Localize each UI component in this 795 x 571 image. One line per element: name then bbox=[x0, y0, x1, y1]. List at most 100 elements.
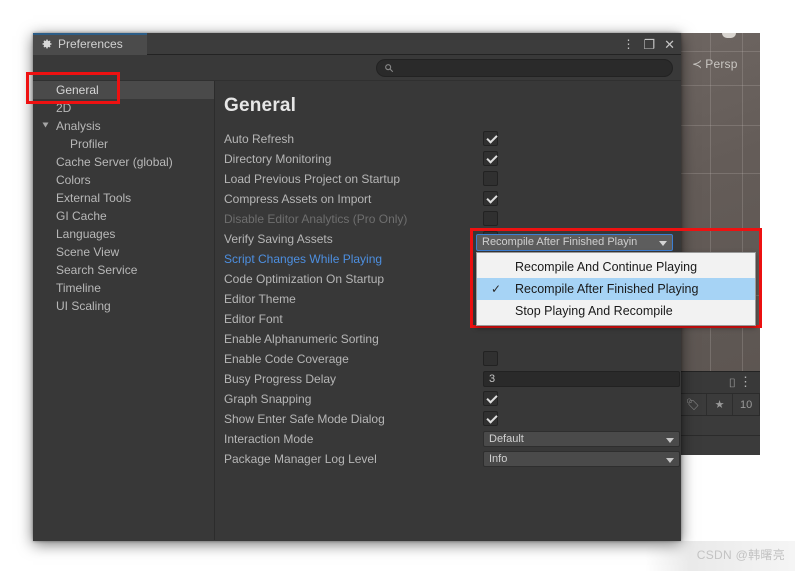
checkbox-icon[interactable] bbox=[483, 391, 498, 406]
setting-checkbox-compress-assets-on-import[interactable] bbox=[483, 191, 498, 206]
number-input[interactable]: 3 bbox=[483, 371, 680, 387]
persp-text: Persp bbox=[705, 57, 738, 71]
sidebar-item-label: Colors bbox=[56, 173, 91, 187]
setting-checkbox-directory-monitoring[interactable] bbox=[483, 151, 498, 166]
setting-label: Package Manager Log Level bbox=[224, 452, 377, 466]
dropdown-value: Info bbox=[489, 453, 508, 465]
setting-checkbox-enable-code-coverage[interactable] bbox=[483, 351, 498, 366]
sidebar-item-label: Languages bbox=[56, 227, 116, 241]
eye-off-icon[interactable]: 10 bbox=[733, 394, 761, 415]
setting-label: Load Previous Project on Startup bbox=[224, 172, 401, 186]
setting-label: Editor Theme bbox=[224, 292, 296, 306]
dropdown-option-label: Recompile And Continue Playing bbox=[515, 260, 698, 274]
dropdown-option-recompile-after-finished-playing[interactable]: ✓ Recompile After Finished Playing bbox=[477, 278, 755, 300]
sidebar-item-2d[interactable]: 2D bbox=[33, 99, 214, 117]
window-controls: ⋮ ❐ ✕ bbox=[622, 33, 675, 55]
gear-icon bbox=[42, 39, 52, 49]
inspector-body-strip-1 bbox=[680, 415, 760, 435]
chevron-down-icon bbox=[666, 438, 674, 443]
script-changes-dropdown-button[interactable]: Recompile After Finished Playin bbox=[476, 234, 673, 251]
sidebar-item-gi-cache[interactable]: GI Cache bbox=[33, 207, 214, 225]
page-title: General bbox=[224, 95, 297, 116]
sidebar-item-cache-server-global[interactable]: Cache Server (global) bbox=[33, 153, 214, 171]
tab-preferences[interactable]: Preferences bbox=[33, 33, 147, 55]
search-row bbox=[33, 55, 681, 81]
sidebar-item-label: Timeline bbox=[56, 281, 101, 295]
setting-row-compress-assets-on-import: Compress Assets on Import bbox=[224, 189, 681, 209]
setting-row-interaction-mode: Interaction Mode Default bbox=[224, 429, 681, 449]
dropdown-option-label: Stop Playing And Recompile bbox=[515, 304, 673, 318]
dropdown-button[interactable]: Default bbox=[483, 431, 680, 447]
checkbox-icon[interactable] bbox=[483, 191, 498, 206]
setting-checkbox-disable-editor-analytics-pro-only[interactable] bbox=[483, 211, 498, 226]
checkbox-icon[interactable] bbox=[483, 171, 498, 186]
sidebar-item-label: General bbox=[56, 83, 99, 97]
sidebar-item-search-service[interactable]: Search Service bbox=[33, 261, 214, 279]
tag-icon[interactable]: 🏷 bbox=[680, 394, 707, 415]
lock-icon[interactable]: ⌷ bbox=[729, 376, 736, 391]
setting-dropdown-interaction-mode[interactable]: Default bbox=[483, 431, 680, 447]
sidebar-item-label: External Tools bbox=[56, 191, 132, 205]
dropdown-button[interactable]: Info bbox=[483, 451, 680, 467]
setting-dropdown-package-manager-log-level[interactable]: Info bbox=[483, 451, 680, 467]
dropdown-option-stop-playing-and-recompile[interactable]: Stop Playing And Recompile bbox=[477, 300, 755, 322]
close-icon[interactable]: ✕ bbox=[664, 38, 675, 51]
setting-label: Busy Progress Delay bbox=[224, 372, 337, 386]
setting-label: Script Changes While Playing bbox=[224, 252, 383, 266]
sidebar-item-languages[interactable]: Languages bbox=[33, 225, 214, 243]
setting-row-enable-code-coverage: Enable Code Coverage bbox=[224, 349, 681, 369]
chevron-down-icon bbox=[659, 241, 667, 246]
star-icon[interactable]: ★ bbox=[707, 394, 734, 415]
sidebar-item-timeline[interactable]: Timeline bbox=[33, 279, 214, 297]
sidebar-item-ui-scaling[interactable]: UI Scaling bbox=[33, 297, 214, 315]
setting-row-show-enter-safe-mode-dialog: Show Enter Safe Mode Dialog bbox=[224, 409, 681, 429]
sidebar-item-label: GI Cache bbox=[56, 209, 107, 223]
setting-checkbox-show-enter-safe-mode-dialog[interactable] bbox=[483, 411, 498, 426]
setting-row-enable-alphanumeric-sorting: Enable Alphanumeric Sorting bbox=[224, 329, 681, 349]
setting-row-directory-monitoring: Directory Monitoring bbox=[224, 149, 681, 169]
setting-label: Verify Saving Assets bbox=[224, 232, 333, 246]
sidebar-item-external-tools[interactable]: External Tools bbox=[33, 189, 214, 207]
checkbox-icon[interactable] bbox=[483, 411, 498, 426]
inspector-kebab-icon[interactable]: ⋮ bbox=[739, 375, 752, 388]
sidebar-item-label: Scene View bbox=[56, 245, 120, 259]
setting-row-package-manager-log-level: Package Manager Log Level Info bbox=[224, 449, 681, 469]
setting-checkbox-auto-refresh[interactable] bbox=[483, 131, 498, 146]
search-input[interactable] bbox=[398, 62, 658, 74]
checkbox-icon[interactable] bbox=[483, 131, 498, 146]
checkbox-icon[interactable] bbox=[483, 151, 498, 166]
script-changes-dropdown-menu[interactable]: Recompile And Continue Playing ✓ Recompile… bbox=[476, 252, 756, 326]
sidebar-item-label: UI Scaling bbox=[56, 299, 111, 313]
setting-checkbox-load-previous-project-on-startup[interactable] bbox=[483, 171, 498, 186]
setting-label: Directory Monitoring bbox=[224, 152, 332, 166]
dropdown-option-label: Recompile After Finished Playing bbox=[515, 282, 699, 296]
window-menu-icon[interactable]: ⋮ bbox=[622, 38, 634, 50]
check-icon: ✓ bbox=[490, 282, 502, 296]
sidebar-item-analysis[interactable]: Analysis bbox=[33, 117, 214, 135]
sidebar-item-colors[interactable]: Colors bbox=[33, 171, 214, 189]
setting-row-load-previous-project-on-startup: Load Previous Project on Startup bbox=[224, 169, 681, 189]
inspector-header: ⌷ ⋮ bbox=[680, 371, 760, 393]
checkbox-icon[interactable] bbox=[483, 211, 498, 226]
setting-label: Interaction Mode bbox=[224, 432, 314, 446]
setting-row-busy-progress-delay: Busy Progress Delay 3 bbox=[224, 369, 681, 389]
maximize-icon[interactable]: ❐ bbox=[643, 38, 655, 51]
script-changes-dropdown-value: Recompile After Finished Playin bbox=[482, 236, 638, 248]
sidebar-item-label: Cache Server (global) bbox=[56, 155, 173, 169]
setting-number-busy-progress-delay[interactable]: 3 bbox=[483, 371, 680, 387]
dropdown-option-recompile-and-continue-playing[interactable]: Recompile And Continue Playing bbox=[477, 256, 755, 278]
sidebar-item-general[interactable]: General bbox=[33, 81, 214, 99]
inspector-toolbar[interactable]: 🏷 ★ 10 bbox=[680, 393, 761, 415]
inspector-body-strip-2 bbox=[680, 435, 760, 455]
window-tab-bar: Preferences ⋮ ❐ ✕ bbox=[33, 33, 681, 55]
sidebar-item-scene-view[interactable]: Scene View bbox=[33, 243, 214, 261]
scene-gizmo-label[interactable]: ≺ Persp bbox=[692, 57, 738, 71]
tab-label: Preferences bbox=[58, 37, 123, 51]
setting-checkbox-graph-snapping[interactable] bbox=[483, 391, 498, 406]
setting-row-auto-refresh: Auto Refresh bbox=[224, 129, 681, 149]
preferences-sidebar[interactable]: General 2D Analysis Profiler Cache Server (g… bbox=[33, 81, 215, 540]
chevron-down-icon[interactable] bbox=[42, 122, 49, 128]
sidebar-item-profiler[interactable]: Profiler bbox=[33, 135, 214, 153]
search-box[interactable] bbox=[376, 59, 673, 77]
checkbox-icon[interactable] bbox=[483, 351, 498, 366]
